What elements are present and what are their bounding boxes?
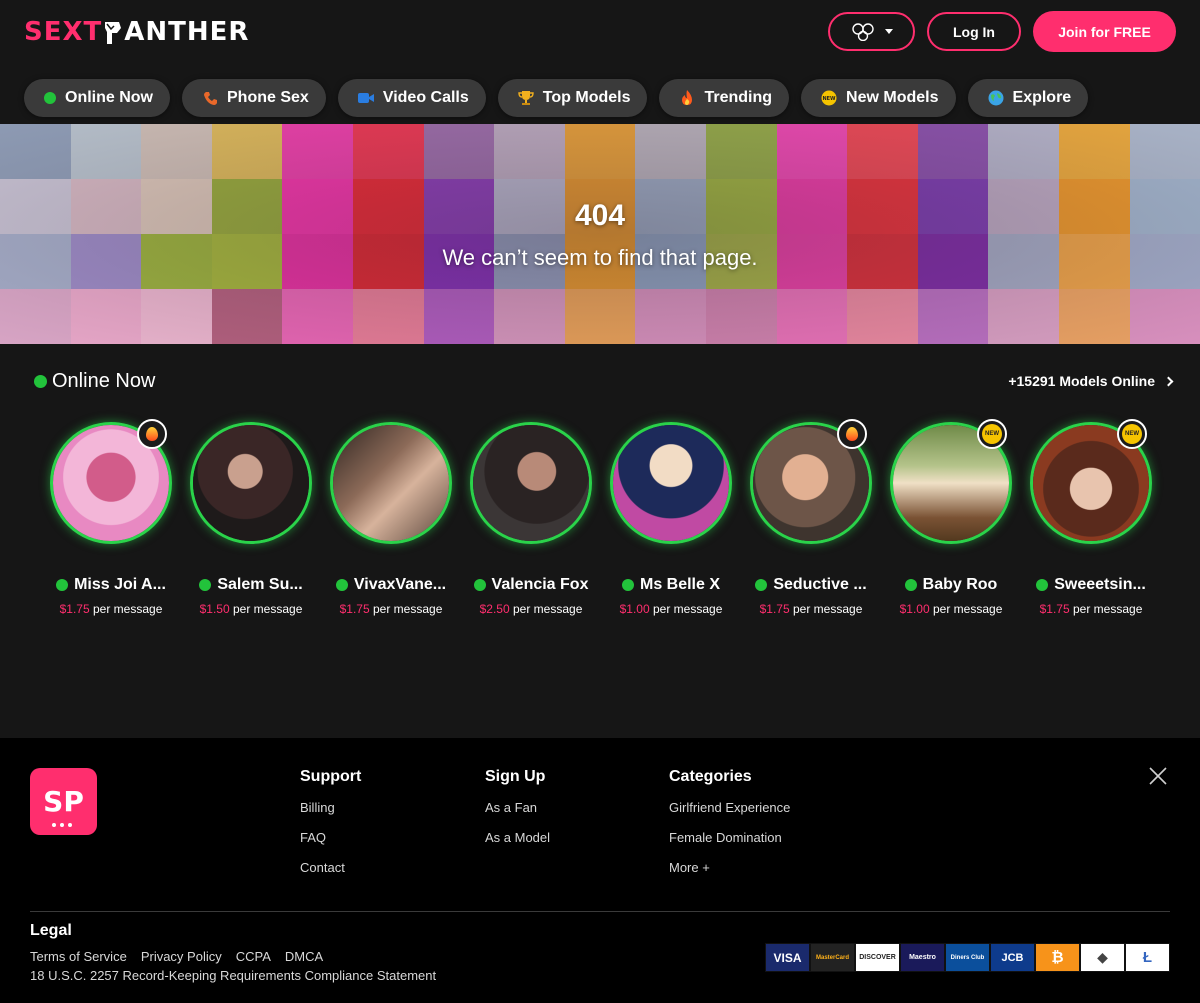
nav-explore[interactable]: Explore [967,79,1089,117]
contact-link[interactable]: Contact [300,860,361,875]
language-selector[interactable] [828,12,915,51]
dmca-link[interactable]: DMCA [285,949,323,964]
phone-icon [202,90,218,106]
logo-text-anther: ANTHER [124,17,250,47]
compliance-statement-link[interactable]: 18 U.S.C. 2257 Record-Keeping Requiremen… [30,968,436,983]
model-card[interactable]: Valencia Fox $2.50 per message [461,422,601,616]
maestro-icon: Maestro [900,943,945,972]
mastercard-icon: MasterCard [810,943,855,972]
discover-icon: DISCOVER [855,943,900,972]
logo-text-sext: SEXT [24,17,103,47]
terms-link[interactable]: Terms of Service [30,949,127,964]
diners-club-icon: Diners Club [945,943,990,972]
jcb-icon: JCB [990,943,1035,972]
signup-fan-link[interactable]: As a Fan [485,800,550,815]
category-nav: Online Now Phone Sex Video Calls Top Mod… [24,79,1089,117]
globe-language-icon [851,22,874,41]
model-card[interactable]: Miss Joi A... $1.75 per message [41,422,181,616]
new-model-badge-icon: NEW [1117,419,1147,449]
globe-icon [988,90,1004,106]
site-footer: SP Support Billing FAQ Contact Sign Up A… [0,738,1200,1003]
x-twitter-icon[interactable] [1149,767,1167,785]
categories-heading: Categories [669,768,752,785]
svg-text:NEW: NEW [822,96,836,102]
support-heading: Support [300,768,362,785]
online-dot-icon [473,579,486,591]
nav-top-models[interactable]: Top Models [497,79,648,117]
legal-links: Terms of Service Privacy Policy CCPA DMC… [30,949,323,964]
error-code: 404 [574,199,626,232]
avatar [610,422,732,544]
category-girlfriend-link[interactable]: Girlfriend Experience [669,800,790,815]
error-banner [0,124,1200,344]
categories-more-link[interactable]: More + [669,860,790,875]
visa-icon: VISA [765,943,810,972]
site-header: SEXT ANTHER Log In Join for FREE Online … [0,0,1200,124]
category-femdom-link[interactable]: Female Domination [669,830,790,845]
new-badge-icon: NEW [821,90,837,106]
model-card[interactable]: VivaxVane... $1.75 per message [321,422,461,616]
billing-link[interactable]: Billing [300,800,361,815]
payment-methods: VISA MasterCard DISCOVER Maestro Diners … [765,943,1170,972]
faq-link[interactable]: FAQ [300,830,361,845]
trending-fire-badge-icon [837,419,867,449]
trending-fire-badge-icon [137,419,167,449]
trophy-icon [518,90,534,106]
chevron-right-icon [1163,376,1174,386]
privacy-link[interactable]: Privacy Policy [141,949,222,964]
ccpa-link[interactable]: CCPA [236,949,271,964]
online-dot-icon [56,579,69,591]
new-model-badge-icon: NEW [977,419,1007,449]
nav-phone-sex[interactable]: Phone Sex [182,79,326,117]
model-card[interactable]: Seductive ... $1.75 per message [741,422,881,616]
login-button[interactable]: Log In [927,12,1021,51]
footer-categories: Categories Girlfriend Experience Female … [669,768,790,890]
green-dot-icon [44,92,56,104]
avatar [330,422,452,544]
footer-logo[interactable]: SP [30,768,97,835]
online-dot-icon [1036,579,1049,591]
online-now-heading: Online Now [34,370,155,393]
fire-icon [679,90,695,106]
model-card[interactable]: Baby Roo $1.00 per message [881,422,1021,616]
panther-logo-icon [103,20,123,44]
model-card[interactable]: Salem Su... $1.50 per message [181,422,321,616]
signup-model-link[interactable]: As a Model [485,830,550,845]
ethereum-icon: ◆ [1080,943,1125,972]
green-dot-icon [34,375,47,388]
online-dot-icon [755,579,768,591]
footer-signup: Sign Up As a Fan As a Model [485,768,550,860]
online-dot-icon [335,579,348,591]
online-dot-icon [199,579,212,591]
models-online-link[interactable]: +15291 Models Online [1008,373,1174,389]
avatar [470,422,592,544]
join-button[interactable]: Join for FREE [1033,11,1176,52]
nav-new-models[interactable]: NEW New Models [801,79,956,117]
chevron-down-icon [884,29,893,34]
site-logo[interactable]: SEXT ANTHER [24,15,249,49]
model-card[interactable]: Ms Belle X $1.00 per message [601,422,741,616]
footer-divider [30,911,1170,912]
litecoin-icon: Ł [1125,943,1170,972]
footer-support: Support Billing FAQ Contact [300,768,361,890]
video-camera-icon [357,90,374,106]
avatar [190,422,312,544]
model-card[interactable]: Sweeetsin... $1.75 per message [1021,422,1161,616]
error-message: We can’t seem to find that page. [442,245,758,270]
nav-video-calls[interactable]: Video Calls [337,79,486,117]
online-dot-icon [621,579,634,591]
signup-heading: Sign Up [485,768,546,785]
nav-trending[interactable]: Trending [659,79,790,117]
legal-heading: Legal [30,922,72,939]
bitcoin-icon: ₿ [1035,943,1080,972]
online-dot-icon [904,579,917,591]
nav-online-now[interactable]: Online Now [24,79,170,117]
